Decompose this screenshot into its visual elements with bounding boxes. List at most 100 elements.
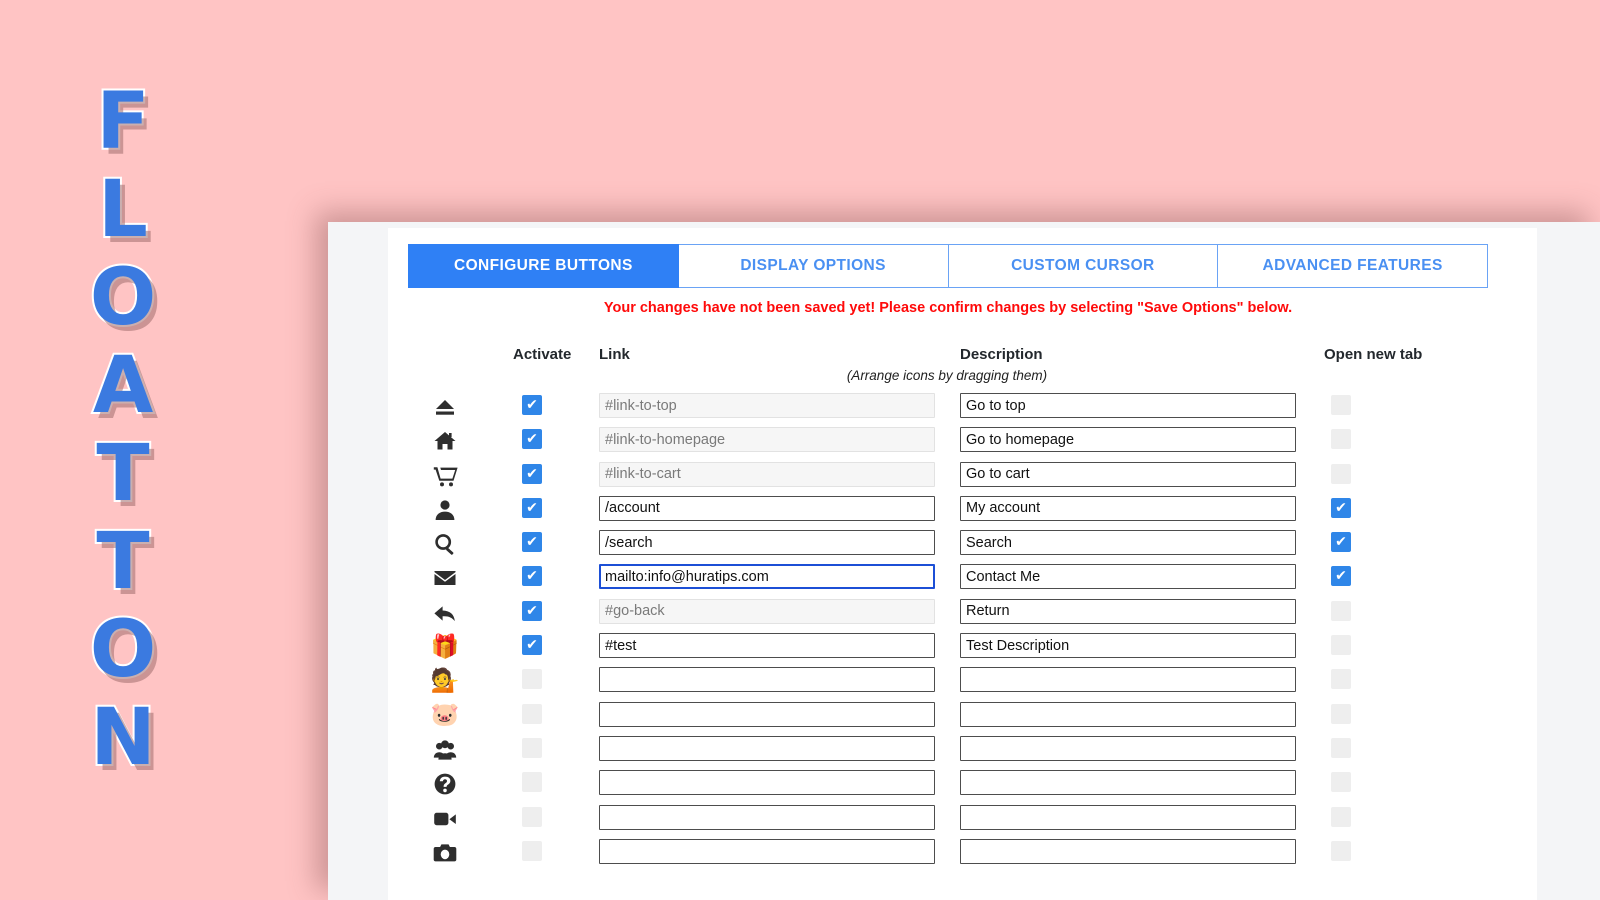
table-row: ✔✔ bbox=[388, 596, 1537, 630]
description-input[interactable] bbox=[960, 701, 1296, 727]
activate-checkbox[interactable]: ✔ bbox=[522, 635, 542, 656]
activate-checkbox[interactable]: ✔ bbox=[522, 395, 542, 415]
brand-letter: O bbox=[88, 252, 158, 344]
open-new-tab-checkbox[interactable]: ✔ bbox=[1331, 737, 1351, 758]
link-input[interactable] bbox=[599, 701, 935, 727]
back-arrow-icon[interactable] bbox=[428, 598, 462, 628]
open-new-tab-checkbox[interactable]: ✔ bbox=[1331, 429, 1351, 450]
open-new-tab-checkbox[interactable]: ✔ bbox=[1331, 840, 1351, 861]
envelope-icon[interactable] bbox=[428, 563, 462, 593]
activate-checkbox[interactable]: ✔ bbox=[522, 497, 542, 518]
description-input[interactable] bbox=[960, 667, 1296, 693]
description-input[interactable] bbox=[960, 770, 1296, 796]
unsaved-changes-notice: Your changes have not been saved yet! Pl… bbox=[603, 300, 1293, 316]
camera-icon[interactable] bbox=[428, 838, 462, 868]
link-input[interactable] bbox=[599, 564, 935, 590]
group-icon[interactable] bbox=[428, 735, 462, 765]
link-input[interactable] bbox=[599, 530, 935, 556]
activate-checkbox[interactable]: ✔ bbox=[522, 463, 542, 484]
description-input[interactable] bbox=[960, 735, 1296, 761]
gift-icon[interactable]: 🎁 bbox=[428, 632, 462, 662]
activate-checkbox[interactable]: ✔ bbox=[522, 669, 542, 690]
description-input[interactable] bbox=[960, 461, 1296, 487]
description-field-wrap bbox=[960, 804, 1296, 830]
piggy-bank-icon[interactable]: 🐷 bbox=[428, 701, 462, 731]
link-input[interactable] bbox=[599, 495, 935, 521]
open-new-tab-checkbox[interactable]: ✔ bbox=[1331, 497, 1351, 518]
description-field-wrap bbox=[960, 838, 1296, 864]
open-new-tab-checkbox[interactable]: ✔ bbox=[1331, 806, 1351, 827]
link-input[interactable] bbox=[599, 598, 935, 624]
tab-display-options[interactable]: DISPLAY OPTIONS bbox=[678, 244, 949, 288]
activate-checkbox[interactable]: ✔ bbox=[522, 532, 542, 553]
open-new-tab-checkbox[interactable]: ✔ bbox=[1331, 463, 1351, 484]
buttons-config-table: Activate Link Description Open new tab (… bbox=[388, 346, 1537, 870]
open-new-tab-checkbox[interactable]: ✔ bbox=[1331, 669, 1351, 690]
open-new-tab-checkbox[interactable]: ✔ bbox=[1331, 395, 1351, 415]
search-icon[interactable] bbox=[428, 529, 462, 559]
open-new-tab-checkbox[interactable]: ✔ bbox=[1331, 772, 1351, 793]
question-icon[interactable] bbox=[428, 769, 462, 799]
description-input[interactable] bbox=[960, 804, 1296, 830]
link-field-wrap bbox=[599, 564, 935, 590]
column-header-description: Description bbox=[960, 346, 1043, 363]
link-input[interactable] bbox=[599, 770, 935, 796]
activate-checkbox[interactable]: ✔ bbox=[522, 703, 542, 724]
open-new-tab-checkbox[interactable]: ✔ bbox=[1331, 600, 1351, 621]
description-input[interactable] bbox=[960, 530, 1296, 556]
table-row: ✔✔ bbox=[388, 424, 1537, 458]
brand-letter: F bbox=[94, 76, 151, 168]
link-input[interactable] bbox=[599, 804, 935, 830]
description-field-wrap bbox=[960, 495, 1296, 521]
user-icon[interactable] bbox=[428, 495, 462, 525]
tab-configure-buttons[interactable]: CONFIGURE BUTTONS bbox=[408, 244, 679, 288]
check-icon: ✔ bbox=[526, 637, 538, 654]
description-input[interactable] bbox=[960, 495, 1296, 521]
open-new-tab-checkbox[interactable]: ✔ bbox=[1331, 635, 1351, 656]
description-input[interactable] bbox=[960, 427, 1296, 453]
open-new-tab-checkbox[interactable]: ✔ bbox=[1331, 532, 1351, 553]
link-field-wrap bbox=[599, 804, 935, 830]
description-input[interactable] bbox=[960, 598, 1296, 624]
tab-custom-cursor[interactable]: CUSTOM CURSOR bbox=[948, 244, 1219, 288]
description-input[interactable] bbox=[960, 633, 1296, 659]
link-input[interactable] bbox=[599, 838, 935, 864]
link-field-wrap bbox=[599, 633, 935, 659]
table-row: 🐷 ✔ ✔ bbox=[388, 699, 1537, 733]
link-input[interactable] bbox=[599, 735, 935, 761]
piggy-bank-icon-glyph: 🐷 bbox=[430, 702, 460, 729]
table-row: ✔✔ bbox=[388, 561, 1537, 595]
column-header-open-new-tab: Open new tab bbox=[1324, 346, 1423, 363]
activate-checkbox[interactable]: ✔ bbox=[522, 772, 542, 793]
description-input[interactable] bbox=[960, 838, 1296, 864]
link-input[interactable] bbox=[599, 633, 935, 659]
link-input[interactable] bbox=[599, 461, 935, 487]
activate-checkbox[interactable]: ✔ bbox=[522, 840, 542, 861]
activate-checkbox[interactable]: ✔ bbox=[522, 429, 542, 450]
description-input[interactable] bbox=[960, 393, 1296, 418]
link-input[interactable] bbox=[599, 667, 935, 693]
video-icon[interactable] bbox=[428, 804, 462, 834]
link-field-wrap bbox=[599, 838, 935, 864]
open-new-tab-checkbox[interactable]: ✔ bbox=[1331, 566, 1351, 587]
link-input[interactable] bbox=[599, 393, 935, 418]
brand-letter: T bbox=[94, 428, 151, 520]
open-new-tab-checkbox[interactable]: ✔ bbox=[1331, 703, 1351, 724]
check-icon: ✔ bbox=[1335, 568, 1347, 585]
support-agent-icon[interactable]: 💁 bbox=[428, 666, 462, 696]
activate-checkbox[interactable]: ✔ bbox=[522, 737, 542, 758]
link-input[interactable] bbox=[599, 427, 935, 453]
home-icon[interactable] bbox=[428, 426, 462, 456]
description-field-wrap bbox=[960, 735, 1296, 761]
description-field-wrap bbox=[960, 427, 1296, 453]
tab-advanced-features[interactable]: ADVANCED FEATURES bbox=[1218, 244, 1488, 288]
activate-checkbox[interactable]: ✔ bbox=[522, 600, 542, 621]
activate-checkbox[interactable]: ✔ bbox=[522, 806, 542, 827]
table-row: ✔✔ bbox=[388, 836, 1537, 870]
description-input[interactable] bbox=[960, 564, 1296, 590]
activate-checkbox[interactable]: ✔ bbox=[522, 566, 542, 587]
cart-icon[interactable] bbox=[428, 461, 462, 491]
eject-icon[interactable] bbox=[428, 392, 462, 422]
link-field-wrap bbox=[599, 530, 935, 556]
table-row: ✔✔ bbox=[388, 767, 1537, 801]
